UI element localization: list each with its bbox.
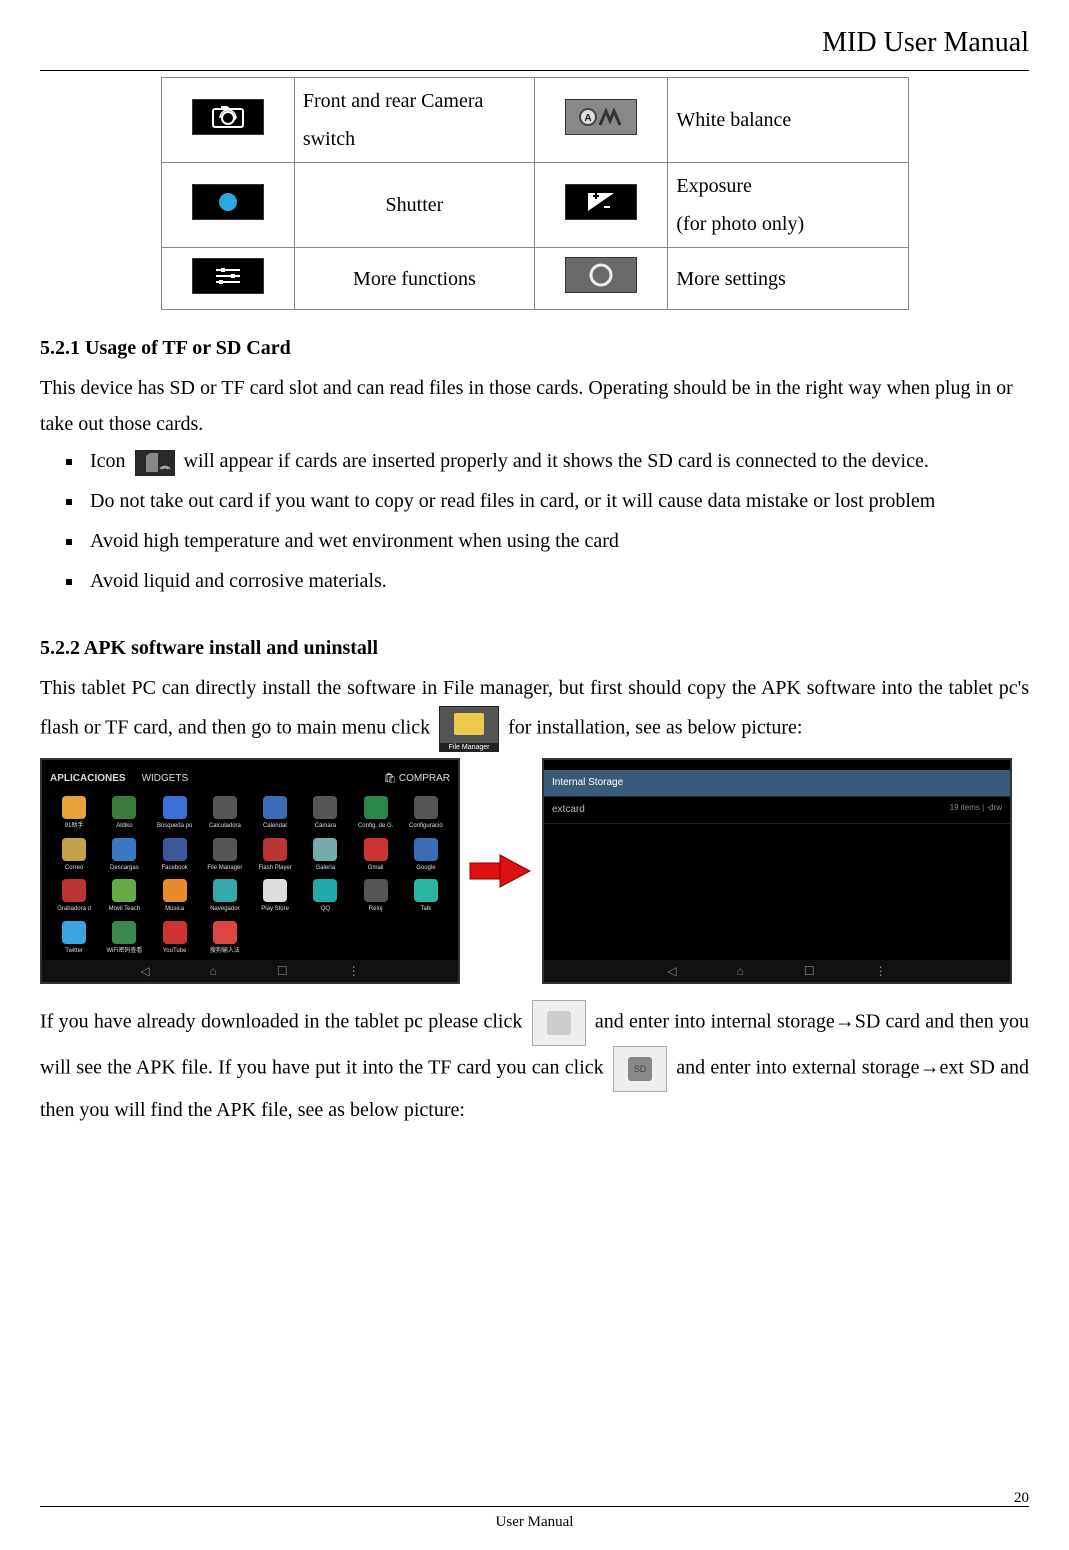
table-row: More functions More settings [161, 248, 908, 310]
comprar-tab: 🛍 COMPRAR [383, 770, 450, 788]
app-item: Navegador [203, 879, 247, 915]
cell-desc: Front and rear Camera switch [303, 90, 483, 150]
app-item: Música [153, 879, 197, 915]
menu-nav-icon: ⋮ [348, 961, 360, 983]
app-item: Play Store [253, 879, 297, 915]
file-manager-icon [439, 706, 499, 752]
home-nav-icon: ⌂ [737, 961, 744, 983]
app-item: Galería [303, 838, 347, 874]
app-item: 搜狗输入法 [203, 921, 247, 957]
app-item: Correo [52, 838, 96, 874]
app-item: 91助手 [52, 796, 96, 832]
sd-inserted-icon [135, 450, 175, 476]
para2-before: If you have already downloaded in the ta… [40, 1011, 522, 1033]
app-item: YouTube [153, 921, 197, 957]
red-arrow-icon [466, 851, 536, 891]
exposure-icon [565, 184, 637, 220]
recent-nav-icon: ☐ [277, 961, 288, 983]
page-footer: 20 User Manual [40, 1506, 1029, 1536]
menu-nav-icon: ⋮ [875, 961, 887, 983]
bullet1-before: Icon [90, 450, 126, 472]
table-row: Shutter Exposure(for photo only) [161, 163, 908, 248]
cell-desc: White balance [676, 109, 791, 131]
para1-after: for installation, see as below picture: [508, 717, 802, 739]
camera-switch-icon [192, 99, 264, 135]
footer-center: User Manual [496, 1514, 574, 1530]
app-item: Calendar [253, 796, 297, 832]
apps-tab: APLICACIONES [50, 770, 126, 788]
widgets-tab: WIDGETS [142, 770, 189, 788]
more-functions-icon [192, 258, 264, 294]
fm-row-extcard: extcard19 items | -drw [544, 797, 1010, 824]
app-item: Cámara [303, 796, 347, 832]
app-item: QQ [303, 879, 347, 915]
app-item: Descargas [102, 838, 146, 874]
app-item: Talk [404, 879, 448, 915]
back-nav-icon: ◁ [667, 961, 676, 983]
app-item: Movil Teach [102, 879, 146, 915]
back-nav-icon: ◁ [140, 961, 149, 983]
app-item: Flash Player [253, 838, 297, 874]
app-item: Twitter [52, 921, 96, 957]
svg-text:A: A [585, 113, 592, 124]
page-header-title: MID User Manual [40, 18, 1029, 71]
screenshots-row: APLICACIONES WIDGETS 🛍 COMPRAR 91助手Aldik… [40, 758, 1029, 984]
bullet1-after: will appear if cards are inserted proper… [184, 450, 929, 472]
app-item: File Manager [203, 838, 247, 874]
app-item: Config. de G. [354, 796, 398, 832]
section-521-list: Icon will appear if cards are inserted p… [40, 442, 1029, 600]
navbar-icons: ◁ ⌂ ☐ ⋮ [544, 960, 1010, 982]
app-item: Grabadora d [52, 879, 96, 915]
shutter-icon [192, 184, 264, 220]
more-settings-icon [565, 257, 637, 293]
app-item: WiFi密码查看 [102, 921, 146, 957]
app-item: Búsqueda po [153, 796, 197, 832]
home-nav-icon: ⌂ [210, 961, 217, 983]
list-item: Avoid high temperature and wet environme… [84, 522, 1029, 560]
navbar-icons: ◁ ⌂ ☐ ⋮ [42, 960, 458, 982]
app-item: Google [404, 838, 448, 874]
app-item: Gmail [354, 838, 398, 874]
camera-icons-table: Front and rear Camera switch A White bal… [161, 77, 909, 310]
list-item: Icon will appear if cards are inserted p… [84, 442, 1029, 480]
cell-desc: More settings [676, 268, 785, 290]
section-521-heading: 5.2.1 Usage of TF or SD Card [40, 330, 1029, 366]
app-item: Reloj [354, 879, 398, 915]
recent-nav-icon: ☐ [804, 961, 815, 983]
fm-row-internal: Internal Storage [544, 770, 1010, 797]
section-522-para2: If you have already downloaded in the ta… [40, 1000, 1029, 1128]
file-manager-screenshot: Internal Storage extcard19 items | -drw … [542, 758, 1012, 984]
table-row: Front and rear Camera switch A White bal… [161, 78, 908, 163]
section-522-para1: This tablet PC can directly install the … [40, 670, 1029, 752]
internal-storage-icon [532, 1000, 586, 1046]
list-item: Avoid liquid and corrosive materials. [84, 562, 1029, 600]
app-item: Facebook [153, 838, 197, 874]
cell-desc: Shutter [386, 194, 444, 216]
section-522-heading: 5.2.2 APK software install and uninstall [40, 630, 1029, 666]
section-521-intro: This device has SD or TF card slot and c… [40, 370, 1029, 442]
external-sd-icon [613, 1046, 667, 1092]
cell-desc: More functions [353, 268, 476, 290]
list-item: Do not take out card if you want to copy… [84, 482, 1029, 520]
app-item: Aldiko [102, 796, 146, 832]
cell-desc: (for photo only) [676, 205, 899, 243]
white-balance-icon: A [565, 99, 637, 135]
apps-drawer-screenshot: APLICACIONES WIDGETS 🛍 COMPRAR 91助手Aldik… [40, 758, 460, 984]
cell-desc: Exposure [676, 167, 899, 205]
app-item: Configuració [404, 796, 448, 832]
app-item: Calculadora [203, 796, 247, 832]
page-number: 20 [1014, 1485, 1029, 1512]
